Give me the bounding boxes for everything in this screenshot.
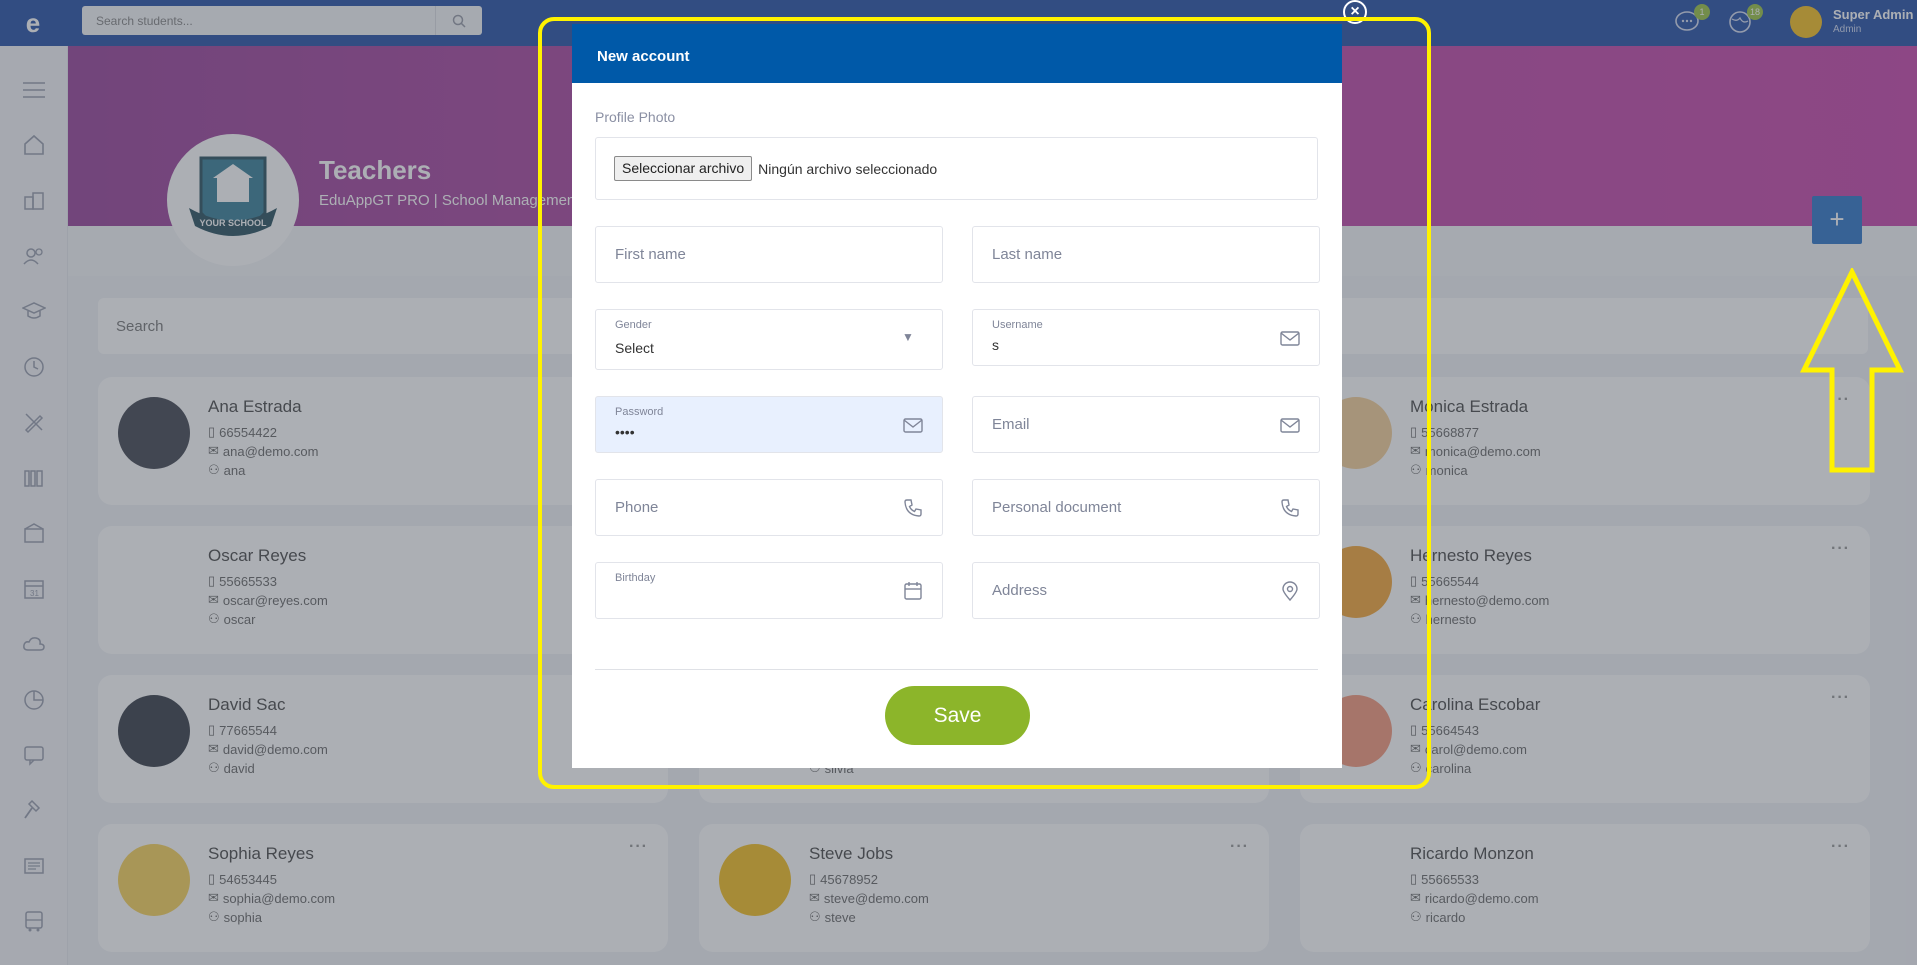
highlight-box: [538, 17, 1431, 789]
arrow-up-icon: [1800, 268, 1904, 473]
